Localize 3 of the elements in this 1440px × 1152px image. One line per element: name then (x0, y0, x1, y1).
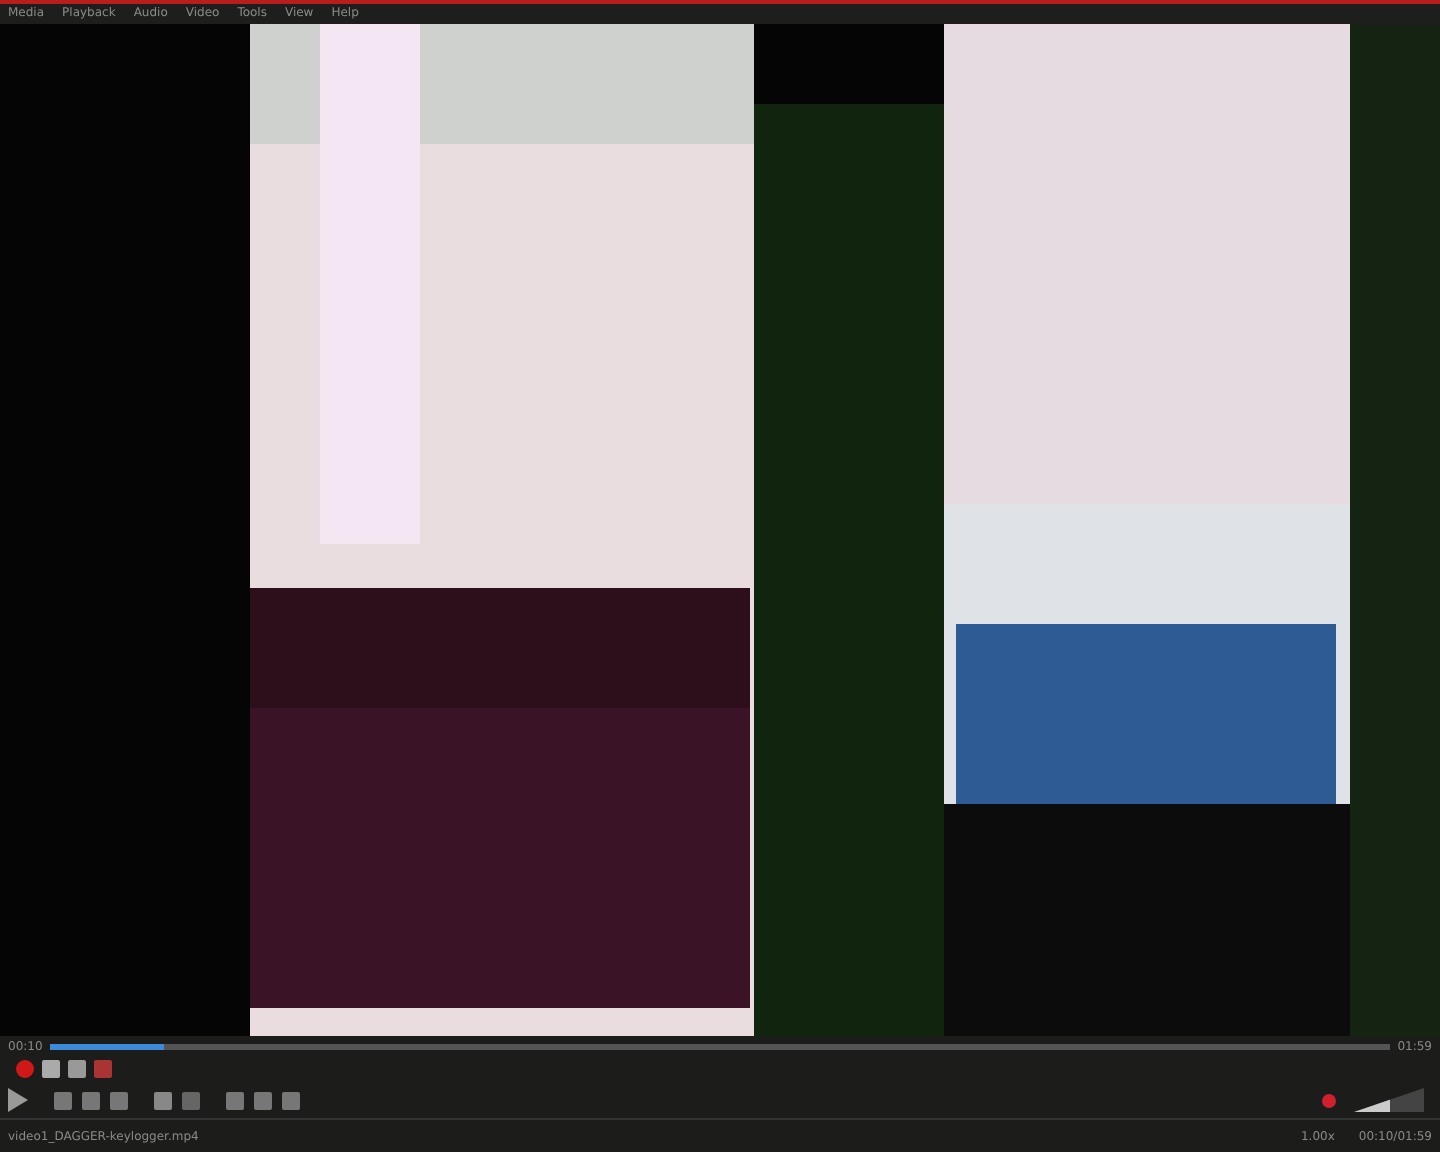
seek-bar[interactable] (50, 1043, 1390, 1049)
play-icon[interactable] (8, 1088, 28, 1112)
record-icon[interactable] (16, 1060, 34, 1078)
